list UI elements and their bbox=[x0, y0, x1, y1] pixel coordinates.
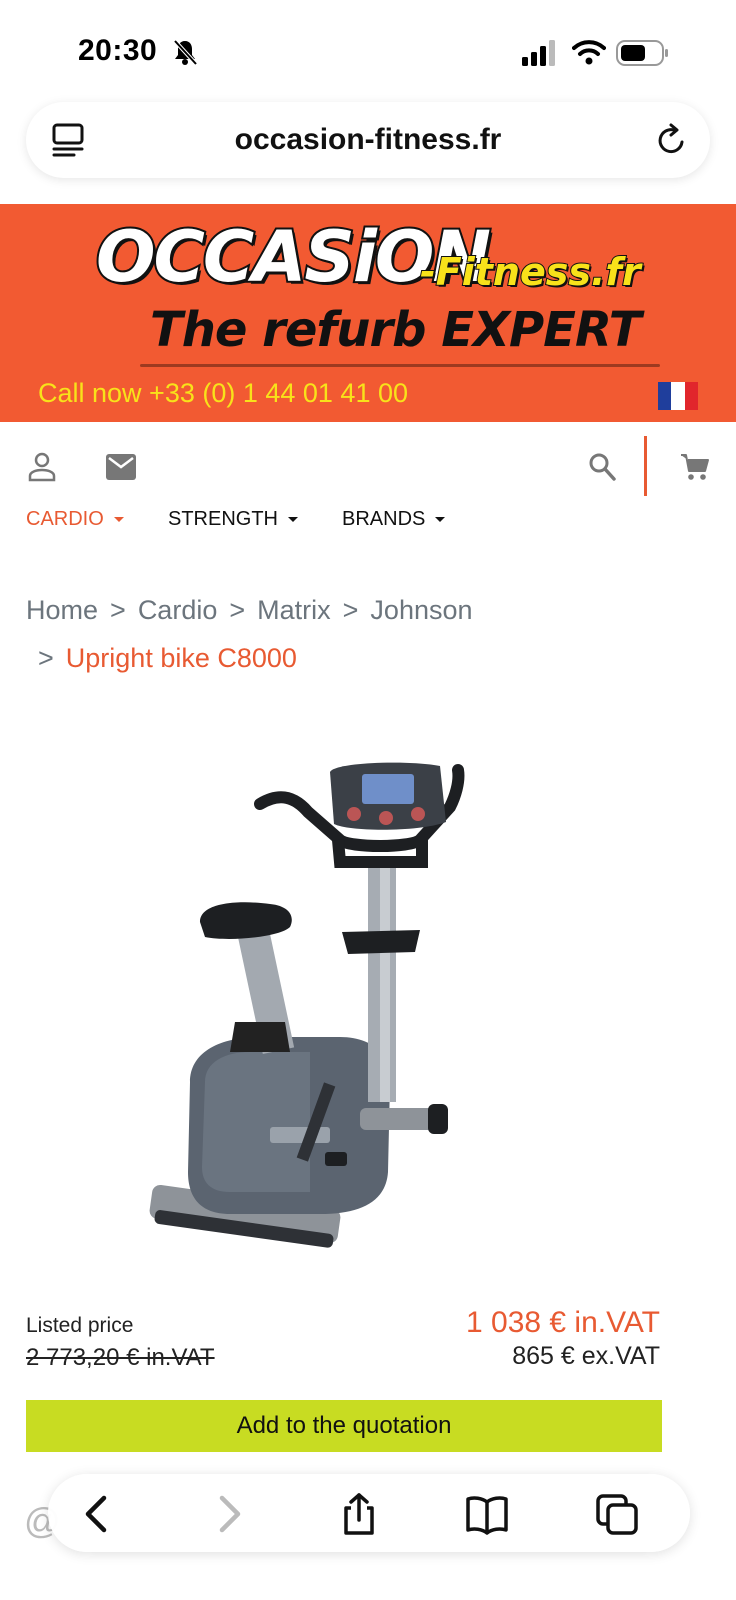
call-now-link[interactable]: Call now +33 (0) 1 44 01 41 00 bbox=[38, 378, 408, 409]
status-bar: 20:30 bbox=[0, 0, 736, 100]
menu-brands[interactable]: BRANDS bbox=[342, 508, 446, 531]
breadcrumb-matrix[interactable]: Matrix bbox=[257, 595, 331, 625]
menu-cardio[interactable]: CARDIO bbox=[26, 508, 124, 531]
menu-brands-label: BRANDS bbox=[342, 508, 426, 530]
bell-slash-icon bbox=[173, 39, 198, 66]
reload-icon[interactable] bbox=[654, 122, 688, 158]
breadcrumb-home[interactable]: Home bbox=[26, 595, 98, 625]
wifi-icon bbox=[572, 40, 606, 65]
french-flag-icon[interactable] bbox=[658, 382, 698, 410]
menu-cardio-label: CARDIO bbox=[26, 508, 104, 530]
breadcrumb-johnson[interactable]: Johnson bbox=[370, 595, 472, 625]
chevron-down-icon bbox=[288, 517, 298, 522]
main-menu: CARDIO STRENGTH BRANDS bbox=[0, 508, 736, 548]
breadcrumb-separator: > bbox=[110, 595, 126, 625]
cart-icon[interactable] bbox=[680, 452, 710, 482]
listed-price-label: Listed price bbox=[26, 1314, 134, 1337]
add-to-quotation-button[interactable]: Add to the quotation bbox=[26, 1400, 662, 1452]
product-image[interactable] bbox=[110, 752, 510, 1282]
mail-icon[interactable] bbox=[106, 454, 136, 480]
address-bar[interactable]: occasion-fitness.fr bbox=[26, 102, 710, 178]
breadcrumb: Home > Cardio > Matrix > Johnson > Upright bike … bbox=[26, 586, 716, 682]
breadcrumb-separator: > bbox=[342, 595, 359, 625]
share-icon[interactable] bbox=[336, 1492, 382, 1536]
nav-divider bbox=[644, 436, 647, 496]
price-incl-vat: 1 038 € in.VAT bbox=[465, 1306, 660, 1339]
tabs-icon[interactable] bbox=[594, 1492, 640, 1536]
chevron-down-icon bbox=[435, 517, 446, 522]
bookmarks-icon[interactable] bbox=[464, 1492, 510, 1536]
breadcrumb-separator: > bbox=[229, 595, 246, 625]
forward-icon[interactable] bbox=[206, 1492, 252, 1536]
breadcrumb-separator: > bbox=[38, 643, 54, 673]
breadcrumb-current: Upright bike C8000 bbox=[65, 643, 297, 673]
search-icon[interactable] bbox=[588, 452, 616, 482]
site-logo-suffix[interactable]: -Fitness.fr bbox=[419, 249, 642, 295]
chevron-down-icon bbox=[113, 517, 124, 522]
menu-strength[interactable]: STRENGTH bbox=[168, 508, 298, 531]
menu-strength-label: STRENGTH bbox=[168, 508, 278, 530]
user-icon[interactable] bbox=[28, 452, 56, 482]
site-tagline: The refurb EXPERT bbox=[150, 302, 642, 358]
url-text[interactable]: occasion-fitness.fr bbox=[26, 123, 710, 157]
cellular-signal-icon bbox=[522, 40, 555, 66]
status-time: 20:30 bbox=[78, 34, 158, 67]
listed-price-value: 2 773,20 € in.VAT bbox=[26, 1344, 215, 1371]
header-icon-row bbox=[0, 432, 736, 502]
browser-toolbar bbox=[48, 1474, 690, 1552]
back-icon[interactable] bbox=[74, 1492, 120, 1536]
price-excl-vat: 865 € ex.VAT bbox=[512, 1342, 660, 1370]
tagline-underline bbox=[140, 364, 660, 367]
breadcrumb-cardio[interactable]: Cardio bbox=[138, 595, 218, 625]
battery-icon bbox=[616, 40, 668, 66]
